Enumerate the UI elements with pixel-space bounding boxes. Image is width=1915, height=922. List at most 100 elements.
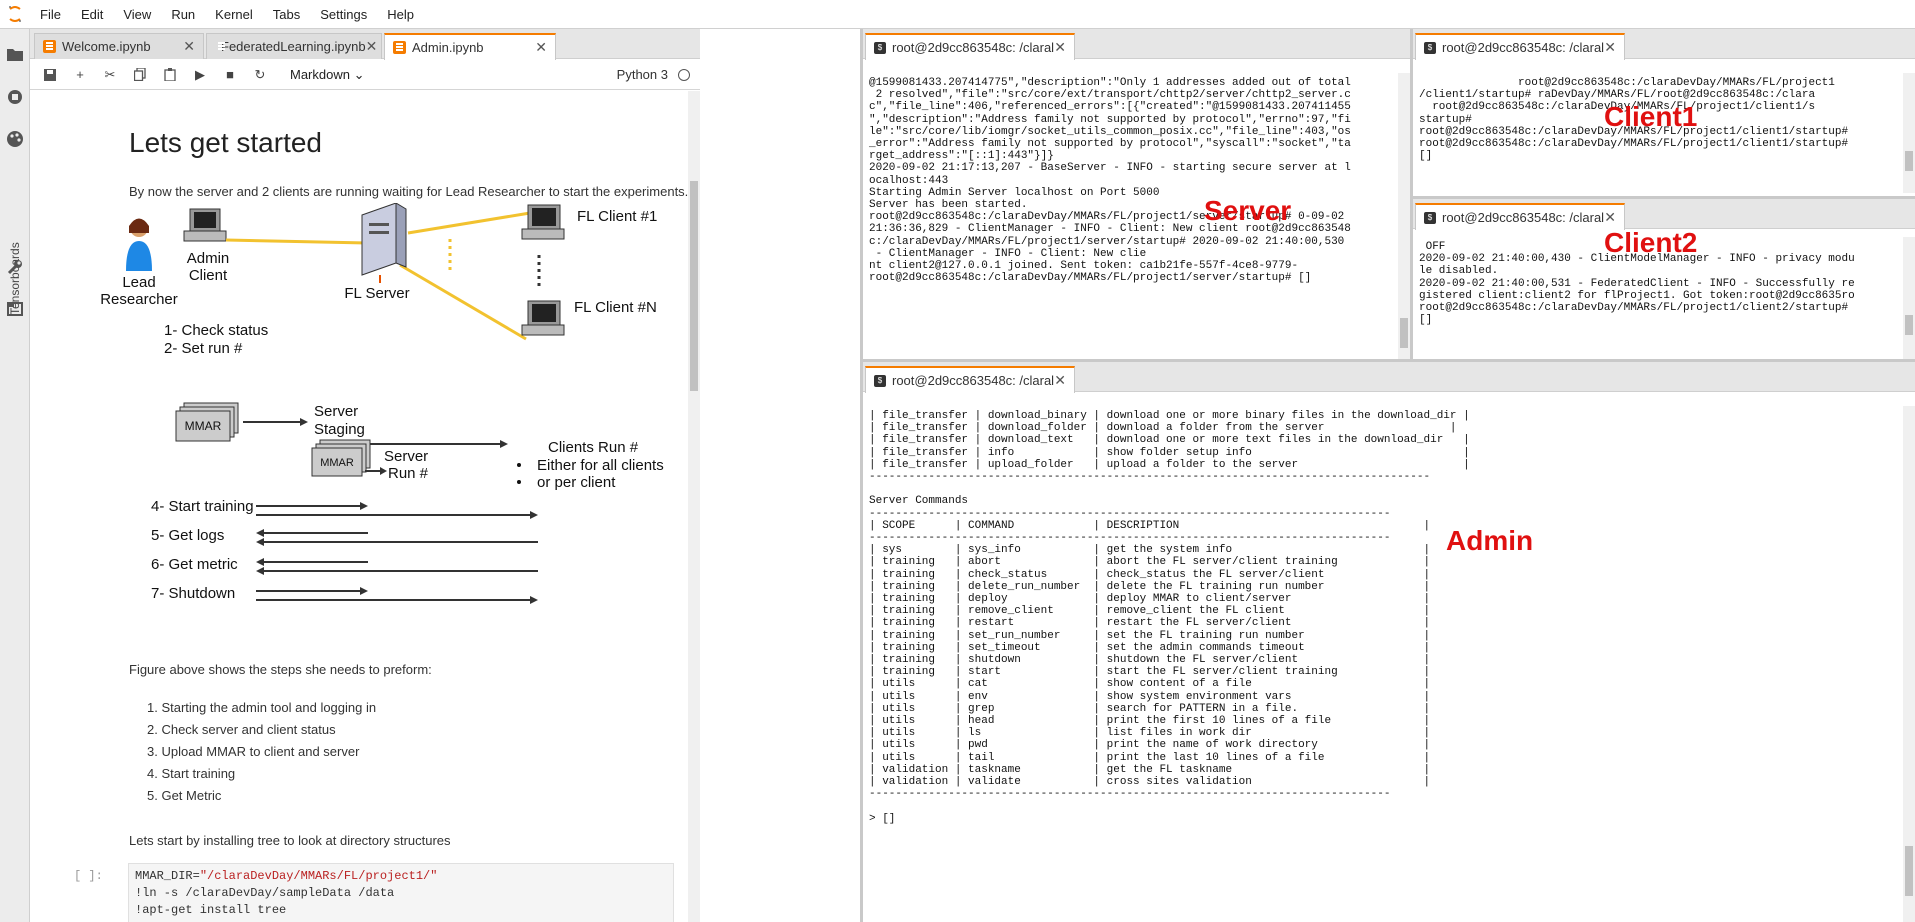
terminal-line: OFF — [1425, 241, 1446, 253]
notebook-tabbar: Welcome.ipynb ✕ FederatedLearning.ipynb ✕ … — [30, 29, 700, 60]
terminal-line: startup# — [1419, 113, 1472, 126]
tab-admin-terminal[interactable]: $ root@2d9cc863548c: /claral ✕ — [865, 366, 1075, 393]
lead-label-1: Lead — [122, 274, 155, 291]
copy-icon[interactable] — [128, 63, 152, 87]
tab-label: root@2d9cc863548c: /claral — [1442, 210, 1605, 225]
server-terminal-output: @1599081433.207414775","description":"On… — [863, 73, 1410, 288]
menu-kernel[interactable]: Kernel — [205, 7, 263, 22]
server-client1-link — [407, 211, 531, 235]
palette-icon[interactable] — [5, 129, 25, 149]
scrollbar-thumb[interactable] — [690, 181, 698, 391]
terminal-line: | validation | validate | cross sites va… — [869, 776, 1431, 789]
close-icon[interactable]: ✕ — [366, 38, 378, 55]
client1-computer-icon — [521, 204, 565, 240]
menu-settings[interactable]: Settings — [310, 7, 377, 22]
menu-tabs[interactable]: Tabs — [263, 7, 310, 22]
tabs-icon[interactable] — [5, 299, 25, 319]
admin-terminal[interactable]: | file_transfer | download_binary | down… — [863, 406, 1915, 922]
terminal-line: | training | restart | restart the FL se… — [869, 617, 1431, 630]
server-tabbar: $ root@2d9cc863548c: /claral ✕ — [863, 29, 1410, 60]
terminal-scrollbar[interactable] — [1903, 406, 1915, 922]
either-label: Either for all clients — [537, 457, 664, 474]
admin-computer-icon — [183, 208, 227, 242]
menu-view[interactable]: View — [113, 7, 161, 22]
run-icon[interactable]: ▶ — [188, 63, 212, 87]
clients-run-label: Clients Run # — [548, 439, 639, 456]
running-icon[interactable] — [5, 87, 25, 107]
scrollbar-thumb[interactable] — [1905, 315, 1913, 335]
tab-federated-learning[interactable]: FederatedLearning.ipynb ✕ — [206, 33, 382, 59]
list-item: 2. Check server and client status — [147, 722, 336, 737]
admin-label-1: Admin — [187, 250, 230, 267]
terminal-line: | validation | taskname | get the FL tas… — [869, 763, 1431, 776]
terminal-line: | training | check_status | check_status… — [869, 568, 1431, 581]
server-run-label-2: Run # — [388, 465, 429, 482]
tab-label: root@2d9cc863548c: /claral — [1442, 40, 1605, 55]
terminal-scrollbar[interactable] — [1398, 73, 1410, 359]
folder-icon[interactable] — [5, 44, 25, 64]
menu-file[interactable]: File — [30, 7, 71, 22]
cell-type-select[interactable]: Markdown ⌄ — [290, 67, 365, 83]
terminal-line: c:/claraDevDay/MMARs/FL/project1/server/… — [869, 235, 1345, 248]
scrollbar-thumb[interactable] — [1400, 318, 1408, 348]
steps-list: 1. Starting the admin tool and logging i… — [147, 697, 376, 807]
scrollbar-thumb[interactable] — [1905, 151, 1913, 171]
admin-server-link — [225, 238, 368, 245]
notebook-body: Lets get started By now the server and 2… — [30, 91, 700, 922]
insert-cell-icon[interactable]: + — [68, 63, 92, 87]
list-item: 5. Get Metric — [147, 788, 222, 803]
terminal-scrollbar[interactable] — [1903, 237, 1915, 359]
save-icon[interactable] — [38, 63, 62, 87]
tab-server-terminal[interactable]: $ root@2d9cc863548c: /claral ✕ — [865, 33, 1075, 60]
scrollbar-thumb[interactable] — [1905, 846, 1913, 896]
bullet-1 — [517, 463, 521, 467]
server-clientn-link — [399, 263, 527, 341]
terminal-icon: $ — [874, 374, 886, 387]
terminal-line: Starting Admin Server localhost on Port … — [869, 186, 1160, 199]
close-icon[interactable]: ✕ — [1054, 39, 1066, 56]
close-icon[interactable]: ✕ — [1604, 39, 1616, 56]
tab-client2-terminal[interactable]: $ root@2d9cc863548c: /claral ✕ — [1415, 203, 1625, 230]
cut-icon[interactable]: ✂ — [98, 63, 122, 87]
menu-bar: File Edit View Run Kernel Tabs Settings … — [0, 0, 1915, 29]
admin-label-2: Client — [189, 267, 228, 284]
terminal-line: ----------------------------------------… — [869, 532, 1391, 545]
server-terminal[interactable]: @1599081433.207414775","description":"On… — [863, 73, 1410, 359]
menu-edit[interactable]: Edit — [71, 7, 113, 22]
fl-workflow-diagram: Lead Researcher Admin Client FL Server F… — [100, 203, 664, 604]
tab-admin[interactable]: Admin.ipynb ✕ — [384, 33, 556, 60]
code-cell[interactable]: MMAR_DIR="/claraDevDay/MMARs/FL/project1… — [128, 863, 674, 922]
notebook-icon — [393, 41, 406, 54]
tab-client1-terminal[interactable]: $ root@2d9cc863548c: /claral ✕ — [1415, 33, 1625, 60]
terminal-scrollbar[interactable] — [1903, 73, 1915, 193]
terminal-line: /client1/startup# raDevDay/MMARs/FL/root… — [1419, 89, 1816, 102]
close-icon[interactable]: ✕ — [1054, 372, 1066, 389]
client2-annotation: Client2 — [1604, 227, 1698, 258]
client1-label: FL Client #1 — [577, 208, 657, 225]
server-icon — [361, 203, 407, 283]
terminal-line: | utils | ls | list files in work dir | — [869, 727, 1431, 740]
client1-terminal[interactable]: root@2d9cc863548c:/claraDevDay/MMARs/FL/… — [1413, 73, 1915, 193]
close-icon[interactable]: ✕ — [1604, 209, 1616, 226]
notebook-scrollbar[interactable] — [688, 91, 700, 922]
terminal-line: | sys | sys_info | get the system info | — [869, 544, 1431, 557]
terminal-line: rget_address":"[::1]:443"}]} — [869, 150, 1054, 163]
close-icon[interactable]: ✕ — [535, 39, 547, 56]
terminal-line: | training | remove_client | remove_clie… — [869, 605, 1431, 618]
kernel-name[interactable]: Python 3 — [617, 67, 668, 82]
wrench-icon[interactable] — [5, 257, 25, 277]
terminal-line: 2 resolved","file":"src/core/ext/transpo… — [875, 89, 1351, 102]
menu-help[interactable]: Help — [377, 7, 424, 22]
terminal-icon: $ — [1424, 41, 1436, 54]
stop-icon[interactable]: ■ — [218, 63, 242, 87]
terminal-line: root@2d9cc863548c:/claraDevDay/MMARs/FL/… — [1419, 138, 1849, 151]
figure-caption: Figure above shows the steps she needs t… — [129, 662, 432, 677]
paste-icon[interactable] — [158, 63, 182, 87]
terminal-line: > [] — [869, 812, 896, 825]
menu-run[interactable]: Run — [161, 7, 205, 22]
terminal-line: | utils | head | print the first 10 line… — [869, 715, 1431, 728]
close-icon[interactable]: ✕ — [183, 38, 195, 55]
terminal-line: 2020-09-02 21:40:00,531 - FederatedClien… — [1419, 277, 1855, 290]
tab-welcome[interactable]: Welcome.ipynb ✕ — [34, 33, 204, 59]
restart-icon[interactable]: ↻ — [248, 63, 272, 87]
